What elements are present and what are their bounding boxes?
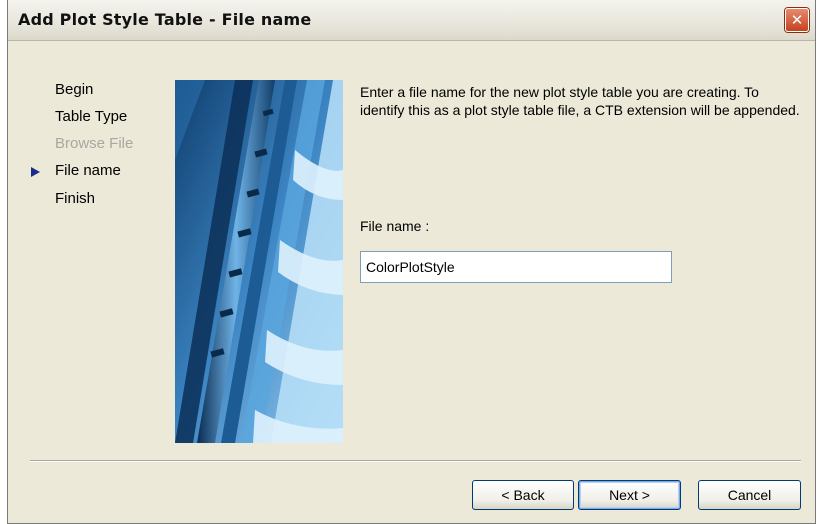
file-name-label: File name : xyxy=(360,218,430,234)
nav-step-table-type: Table Type xyxy=(55,108,128,125)
plotter-illustration xyxy=(175,80,343,443)
dialog-title: Add Plot Style Table - File name xyxy=(18,10,312,29)
back-button[interactable]: < Back xyxy=(472,480,574,510)
cancel-button[interactable]: Cancel xyxy=(698,480,801,510)
next-button[interactable]: Next > xyxy=(578,480,681,510)
nav-step-finish: Finish xyxy=(55,190,96,207)
title-bar[interactable]: Add Plot Style Table - File name ✕ xyxy=(8,0,815,41)
nav-step-file-name: File name xyxy=(55,162,121,179)
wizard-dialog: Add Plot Style Table - File name ✕ Begin… xyxy=(7,0,816,524)
file-name-input[interactable] xyxy=(360,251,672,283)
footer-separator xyxy=(30,460,801,462)
nav-step-begin: Begin xyxy=(55,81,94,98)
close-button[interactable]: ✕ xyxy=(785,8,809,32)
current-step-arrow-icon xyxy=(31,167,40,177)
close-icon: ✕ xyxy=(790,11,804,29)
nav-step-browse-file: Browse File xyxy=(55,135,134,152)
instruction-text: Enter a file name for the new plot style… xyxy=(360,84,800,118)
